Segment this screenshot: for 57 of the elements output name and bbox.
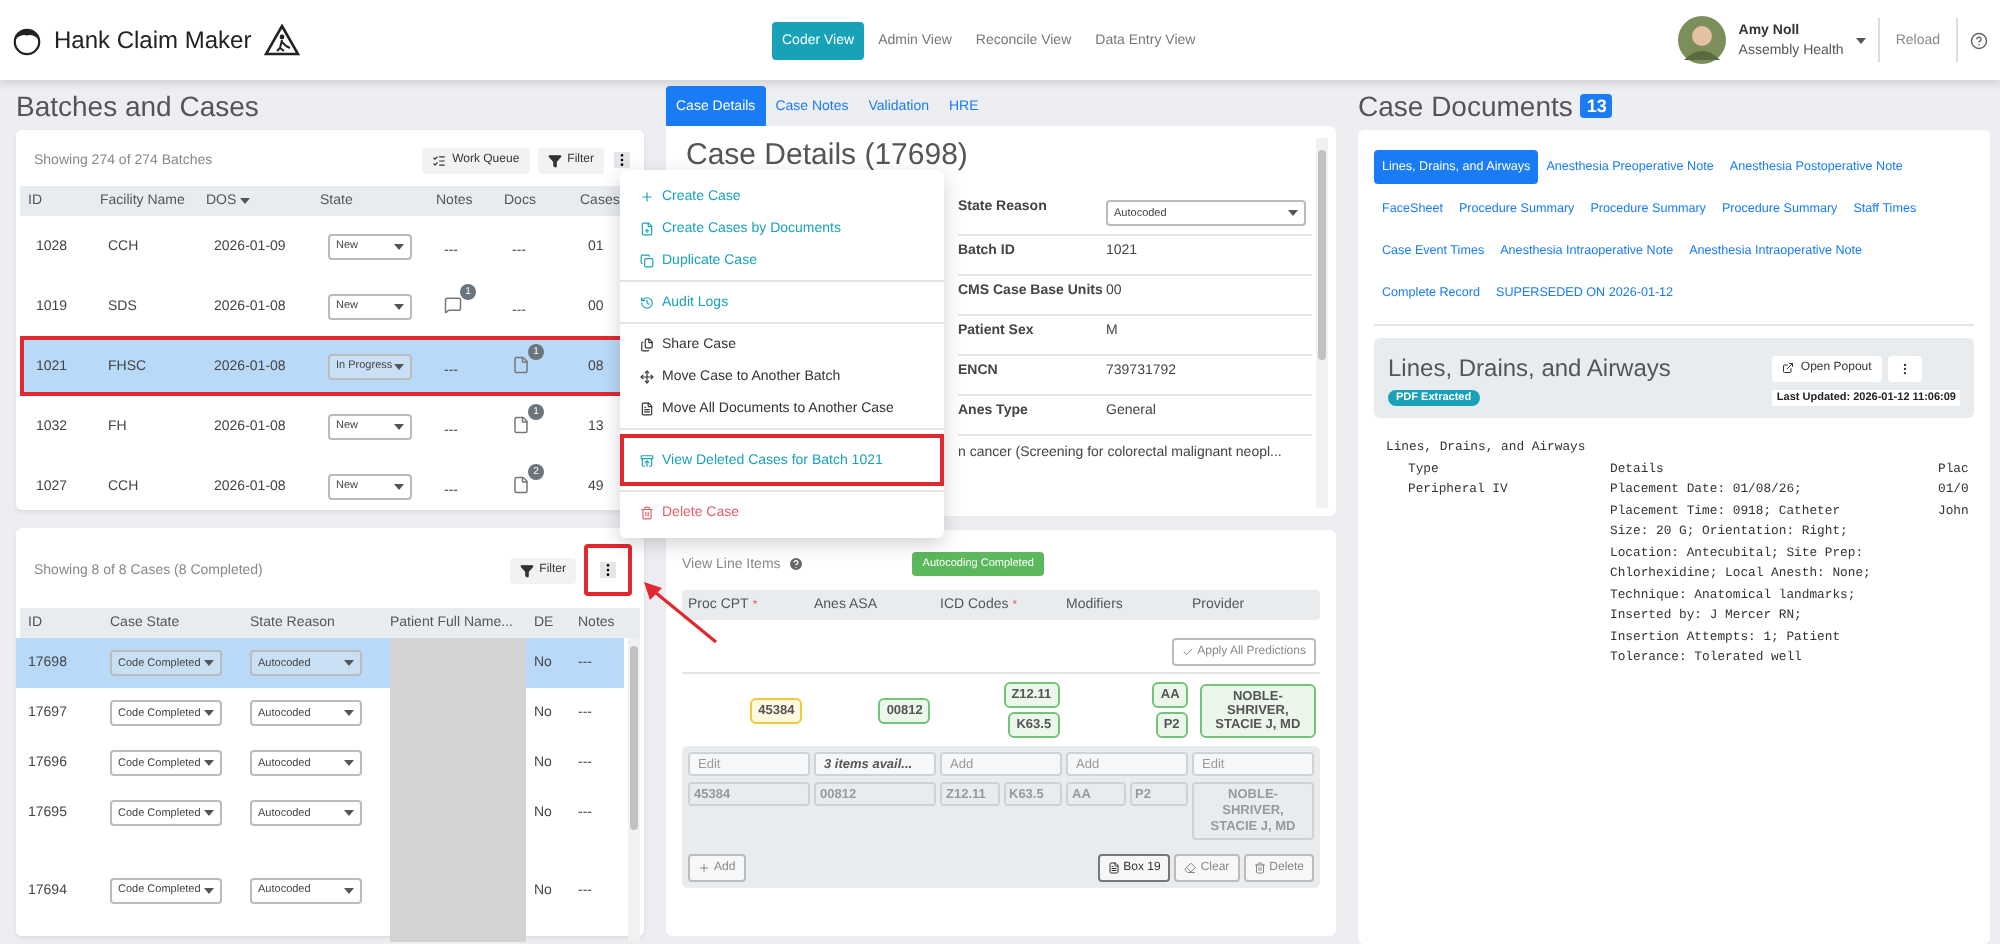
document-title: Lines, Drains, and Airways — [1388, 354, 1673, 382]
redacted-cell — [390, 838, 526, 942]
caret-icon — [240, 198, 251, 204]
plus-icon — [698, 862, 710, 875]
caret-icon — [394, 483, 404, 489]
caret-icon — [394, 243, 404, 249]
document-icon — [512, 476, 530, 494]
check-icon — [1181, 646, 1194, 658]
document-icon — [512, 356, 530, 374]
caret-icon — [344, 887, 354, 893]
caret-icon — [204, 760, 214, 766]
warning-sign-icon — [263, 24, 300, 56]
section-heading: Batches and Cases — [16, 87, 261, 125]
plus-icon — [640, 189, 654, 203]
list-icon — [432, 153, 447, 167]
trash-icon — [1253, 862, 1266, 875]
logo-icon — [12, 25, 42, 55]
arrow-icon — [640, 578, 720, 646]
archive-icon — [640, 453, 654, 467]
caret-icon — [204, 887, 214, 893]
file-plus-icon — [640, 221, 654, 235]
eraser-icon — [1184, 862, 1197, 875]
details-title: Case Details (17698) — [686, 138, 970, 172]
document-icon — [1107, 862, 1120, 875]
caret-icon — [344, 710, 354, 716]
document-icon — [640, 401, 654, 415]
filter-icon — [547, 153, 562, 167]
avatar[interactable] — [1678, 16, 1727, 64]
help-icon[interactable] — [1970, 31, 1988, 49]
scrollbar[interactable] — [1316, 138, 1328, 508]
move-icon — [640, 369, 654, 383]
app-title: Hank Claim Maker — [54, 26, 252, 54]
caret-icon — [204, 810, 214, 816]
files-icon — [640, 337, 654, 351]
copy-icon — [640, 253, 654, 267]
section-heading: Case Documents — [1358, 89, 1573, 121]
trash-icon — [640, 505, 654, 519]
caret-icon — [204, 710, 214, 716]
caret-icon — [1855, 37, 1866, 43]
more-button[interactable] — [612, 146, 632, 174]
caret-icon — [344, 760, 354, 766]
caret-icon — [394, 363, 404, 369]
external-link-icon — [1782, 362, 1795, 374]
comment-icon — [444, 296, 462, 314]
help-icon — [788, 556, 805, 572]
filter-icon — [519, 563, 534, 577]
caret-icon — [344, 810, 354, 816]
caret-icon — [204, 660, 214, 666]
redacted-cell — [390, 638, 526, 688]
caret-icon — [394, 303, 404, 309]
caret-icon — [344, 660, 354, 666]
caret-icon — [394, 423, 404, 429]
scrollbar[interactable] — [628, 638, 640, 942]
history-icon — [640, 295, 654, 309]
caret-icon — [1288, 210, 1298, 216]
count-badge: 13 — [1580, 93, 1613, 117]
document-icon — [512, 416, 530, 434]
